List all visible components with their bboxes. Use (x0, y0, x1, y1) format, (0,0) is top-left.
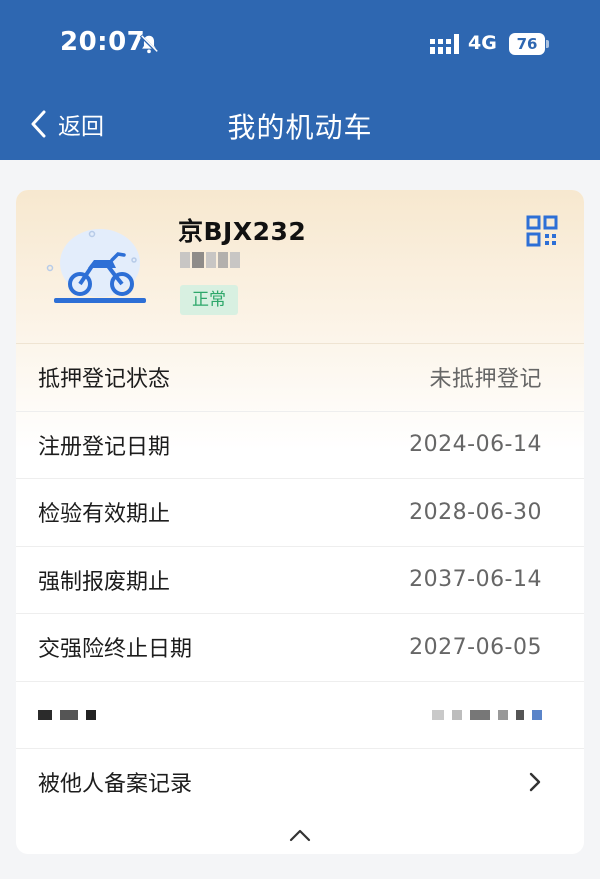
detail-label: 注册登记日期 (38, 434, 171, 460)
status-time: 20:07 (60, 27, 146, 57)
detail-label: 抵押登记状态 (38, 367, 171, 393)
network-type: 4G (468, 32, 497, 54)
app-header: 20:07 4G 76 返回 我的机动车 (0, 0, 600, 160)
collapse-toggle[interactable] (16, 820, 584, 850)
plate-number: 京BJX232 (178, 217, 307, 246)
detail-label: 检验有效期止 (38, 502, 171, 528)
chevron-up-icon (289, 829, 311, 842)
detail-value: 2024-06-14 (409, 432, 542, 458)
masked-value (432, 709, 542, 720)
detail-value: 未抵押登记 (429, 367, 542, 393)
detail-row-insurance: 交强险终止日期 2027-06-05 (16, 613, 584, 681)
detail-row-mortgage: 抵押登记状态 未抵押登记 (16, 343, 584, 411)
signal-icon (430, 34, 459, 54)
detail-row-scrap: 强制报废期止 2037-06-14 (16, 545, 584, 614)
detail-row-inspection: 检验有效期止 2028-06-30 (16, 478, 584, 546)
chevron-right-icon (529, 773, 541, 792)
masked-vehicle-info (180, 252, 240, 268)
page-title: 我的机动车 (227, 111, 373, 144)
detail-label: 强制报废期止 (38, 569, 171, 595)
qr-code-icon[interactable] (526, 215, 558, 247)
status-badge: 正常 (180, 285, 238, 315)
detail-value: 2027-06-05 (409, 634, 542, 660)
vehicle-card: 京BJX232 正常 抵押登记状态 未抵押登记 注册登记日期 2024-06-1… (16, 190, 584, 854)
vehicle-details-list: 抵押登记状态 未抵押登记 注册登记日期 2024-06-14 检验有效期止 20… (16, 343, 584, 816)
detail-value: 2028-06-30 (409, 499, 542, 525)
bell-muted-icon (139, 34, 159, 54)
motorcycle-icon (46, 229, 146, 303)
record-link-label: 被他人备案记录 (38, 772, 193, 798)
detail-row-registration: 注册登记日期 2024-06-14 (16, 410, 584, 479)
detail-value: 2037-06-14 (409, 567, 542, 593)
record-link-row[interactable]: 被他人备案记录 (16, 748, 584, 816)
masked-label (38, 709, 96, 720)
battery-indicator: 76 (509, 33, 545, 55)
detail-label: 交强险终止日期 (38, 637, 193, 663)
detail-row-masked (16, 680, 584, 749)
battery-cap (546, 40, 549, 48)
